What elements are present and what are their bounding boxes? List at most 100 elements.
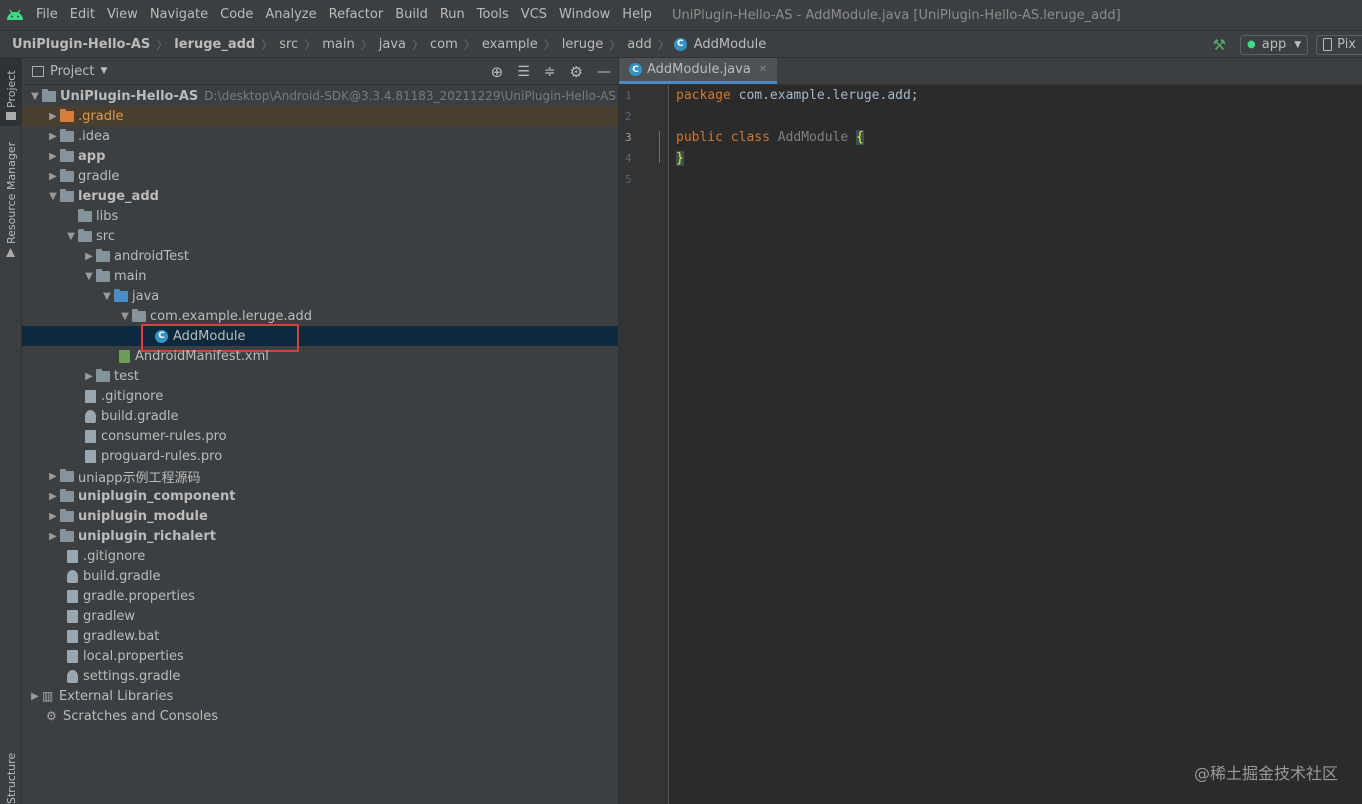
properties-file-icon: [67, 649, 78, 663]
menu-code[interactable]: Code: [214, 0, 259, 30]
chevron-right-icon: 〉: [463, 37, 476, 52]
close-icon[interactable]: ✕: [759, 64, 767, 75]
chevron-down-icon[interactable]: ▼: [64, 231, 78, 242]
tree-item-manifest[interactable]: AndroidManifest.xml: [22, 346, 618, 366]
tree-item-test[interactable]: ▶ test: [22, 366, 618, 386]
collapse-all-icon[interactable]: ≑: [544, 64, 556, 80]
run-config-label: app: [1261, 37, 1287, 52]
chevron-right-icon[interactable]: ▶: [46, 511, 60, 522]
menu-build[interactable]: Build: [389, 0, 434, 30]
chevron-right-icon: 〉: [261, 37, 274, 52]
folder-icon: [78, 208, 92, 222]
tree-item-root-gitignore[interactable]: .gitignore: [22, 546, 618, 566]
menu-edit[interactable]: Edit: [64, 0, 101, 30]
tree-item-leruge-add[interactable]: ▼ leruge_add: [22, 186, 618, 206]
chevron-down-icon[interactable]: ▼: [100, 66, 107, 76]
locate-file-icon[interactable]: ⊕: [491, 63, 504, 81]
menu-navigate[interactable]: Navigate: [144, 0, 214, 30]
chevron-right-icon[interactable]: ▶: [46, 171, 60, 182]
tree-item-uniplugin-component[interactable]: ▶ uniplugin_component: [22, 486, 618, 506]
breadcrumb-add[interactable]: add: [625, 37, 653, 52]
chevron-down-icon[interactable]: ▼: [100, 291, 114, 302]
hammer-icon[interactable]: ⚒: [1213, 36, 1226, 54]
menu-refactor[interactable]: Refactor: [323, 0, 390, 30]
tree-item-module-gitignore[interactable]: .gitignore: [22, 386, 618, 406]
project-tool-window-button[interactable]: Project: [0, 58, 21, 126]
breadcrumb-com[interactable]: com: [428, 37, 460, 52]
chevron-right-icon[interactable]: ▶: [82, 371, 96, 382]
menu-vcs[interactable]: VCS: [515, 0, 553, 30]
tree-item-idea[interactable]: ▶ .idea: [22, 126, 618, 146]
tree-item-proguard-rules[interactable]: proguard-rules.pro: [22, 446, 618, 466]
tab-addmodule-java[interactable]: C AddModule.java ✕: [619, 58, 778, 84]
tree-item-root[interactable]: ▼ UniPlugin-Hello-AS D:\desktop\Android-…: [22, 86, 618, 106]
breadcrumb-leruge[interactable]: leruge: [560, 37, 605, 52]
menu-help[interactable]: Help: [616, 0, 658, 30]
tree-item-app[interactable]: ▶ app: [22, 146, 618, 166]
minimize-icon[interactable]: —: [597, 64, 611, 80]
breadcrumb-project[interactable]: UniPlugin-Hello-AS: [10, 37, 152, 52]
tree-item-gradlew-bat[interactable]: gradlew.bat: [22, 626, 618, 646]
chevron-right-icon[interactable]: ▶: [46, 151, 60, 162]
chevron-right-icon[interactable]: ▶: [46, 471, 60, 482]
breadcrumb: UniPlugin-Hello-AS 〉 leruge_add 〉 src 〉 mai…: [0, 30, 1362, 58]
text-file-icon: [67, 629, 78, 643]
tree-item-gradle[interactable]: ▶ gradle: [22, 166, 618, 186]
device-dropdown[interactable]: Pix: [1316, 34, 1362, 55]
tree-item-external-libraries[interactable]: ▶ ▥ External Libraries: [22, 686, 618, 706]
breadcrumb-src[interactable]: src: [277, 37, 300, 52]
tree-item-gradlew[interactable]: gradlew: [22, 606, 618, 626]
tree-item-gradle-properties[interactable]: gradle.properties: [22, 586, 618, 606]
chevron-down-icon[interactable]: ▼: [46, 191, 60, 202]
tree-item-scratches[interactable]: ⚙ Scratches and Consoles: [22, 706, 618, 726]
gitignore-file-icon: [85, 389, 96, 403]
code-editor[interactable]: package com.example.leruge.add; public c…: [670, 85, 1362, 804]
chevron-right-icon[interactable]: ▶: [28, 691, 42, 702]
chevron-right-icon[interactable]: ▶: [46, 531, 60, 542]
tree-item-uniplugin-module[interactable]: ▶ uniplugin_module: [22, 506, 618, 526]
menu-file[interactable]: File: [30, 0, 64, 30]
tree-item-main[interactable]: ▼ main: [22, 266, 618, 286]
device-icon: [1323, 38, 1333, 51]
tree-item-libs[interactable]: libs: [22, 206, 618, 226]
project-panel: Project ▼ ⊕ ☰ ≑ ⚙ — ▼ UniPlugin-Hello-AS…: [22, 58, 619, 804]
breadcrumb-module[interactable]: leruge_add: [172, 37, 257, 52]
chevron-right-icon[interactable]: ▶: [46, 131, 60, 142]
tree-item-java[interactable]: ▼ java: [22, 286, 618, 306]
breadcrumb-java[interactable]: java: [377, 37, 408, 52]
menu-run[interactable]: Run: [434, 0, 471, 30]
menu-window[interactable]: Window: [553, 0, 616, 30]
chevron-down-icon[interactable]: ▼: [82, 271, 96, 282]
structure-tool-button[interactable]: Structure: [5, 753, 18, 804]
gear-icon[interactable]: ⚙: [570, 63, 583, 81]
menu-view[interactable]: View: [101, 0, 144, 30]
tree-item-local-properties[interactable]: local.properties: [22, 646, 618, 666]
chevron-right-icon[interactable]: ▶: [46, 491, 60, 502]
breadcrumb-class[interactable]: AddModule: [692, 37, 768, 52]
tree-item-gradle-dir[interactable]: ▶ .gradle: [22, 106, 618, 126]
chevron-down-icon[interactable]: ▼: [28, 91, 42, 102]
tree-item-uniapp-source[interactable]: ▶ uniapp示例工程源码: [22, 466, 618, 486]
tree-item-module-build-gradle[interactable]: build.gradle: [22, 406, 618, 426]
expand-all-icon[interactable]: ☰: [517, 64, 530, 80]
run-config-dropdown[interactable]: ● app ▼: [1240, 34, 1309, 55]
resource-manager-icon: [6, 248, 15, 257]
tree-item-settings-gradle[interactable]: settings.gradle: [22, 666, 618, 686]
menu-tools[interactable]: Tools: [471, 0, 515, 30]
chevron-down-icon[interactable]: ▼: [118, 311, 132, 322]
tree-item-src[interactable]: ▼ src: [22, 226, 618, 246]
tree-item-package[interactable]: ▼ com.example.leruge.add: [22, 306, 618, 326]
tree-item-uniplugin-richalert[interactable]: ▶ uniplugin_richalert: [22, 526, 618, 546]
breadcrumb-main[interactable]: main: [320, 37, 356, 52]
tree-item-consumer-rules[interactable]: consumer-rules.pro: [22, 426, 618, 446]
module-folder-icon: [60, 188, 74, 202]
breadcrumb-example[interactable]: example: [480, 37, 540, 52]
resource-manager-tool-button[interactable]: Resource Manager: [5, 142, 18, 244]
project-view-selector[interactable]: Project: [50, 64, 94, 79]
tree-item-androidtest[interactable]: ▶ androidTest: [22, 246, 618, 266]
tree-item-addmodule[interactable]: C AddModule: [22, 326, 618, 346]
chevron-right-icon[interactable]: ▶: [46, 111, 60, 122]
menu-analyze[interactable]: Analyze: [259, 0, 322, 30]
tree-item-root-build-gradle[interactable]: build.gradle: [22, 566, 618, 586]
chevron-right-icon[interactable]: ▶: [82, 251, 96, 262]
